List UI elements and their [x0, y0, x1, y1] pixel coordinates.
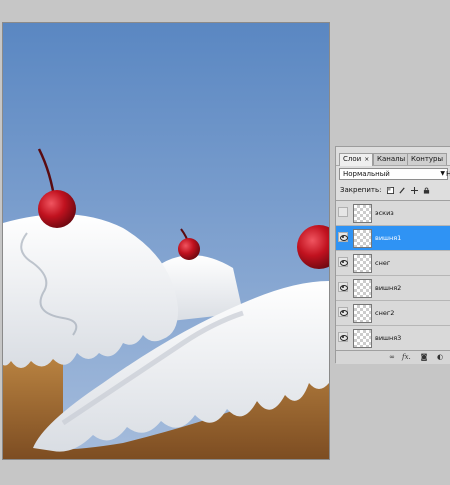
layer-row-snow2[interactable]: снег2 [336, 301, 450, 326]
tab-layers[interactable]: Слои × [339, 153, 374, 166]
adjustment-icon[interactable]: ◐ [436, 353, 444, 361]
chevron-down-icon: ▼ [440, 170, 445, 177]
visibility-eye-icon[interactable] [338, 332, 348, 342]
layer-name: снег2 [375, 309, 395, 317]
lock-transparency-icon[interactable] [386, 186, 394, 194]
tab-paths[interactable]: Контуры [407, 153, 448, 165]
lock-row: Закрепить: [340, 184, 430, 196]
layer-name: эскиз [375, 209, 394, 217]
layer-thumbnail [353, 304, 372, 323]
lock-move-icon[interactable] [411, 186, 419, 194]
layer-name: вишня3 [375, 334, 402, 342]
visibility-toggle-icon[interactable] [338, 207, 348, 217]
link-icon[interactable]: ∞ [388, 353, 396, 361]
layer-name: вишня2 [375, 284, 402, 292]
layer-thumbnail [353, 329, 372, 348]
tab-channels-label: Каналы [377, 155, 406, 163]
tab-layers-label: Слои [343, 155, 362, 163]
layer-thumbnail [353, 204, 372, 223]
visibility-eye-icon[interactable] [338, 282, 348, 292]
layer-thumbnail [353, 229, 372, 248]
tab-close-icon[interactable]: × [364, 156, 369, 163]
layer-name: снег [375, 259, 391, 267]
layer-row-snow[interactable]: снег [336, 251, 450, 276]
layer-row-cherry1[interactable]: вишня1 [336, 226, 450, 251]
fx-icon[interactable]: fx. [402, 353, 411, 361]
cake-artwork [3, 23, 329, 459]
lock-all-icon[interactable] [423, 186, 430, 194]
visibility-eye-icon[interactable] [338, 232, 348, 242]
layer-row-sketch[interactable]: эскиз [336, 201, 450, 226]
mask-icon[interactable]: ◙ [420, 353, 428, 361]
layer-row-cherry2[interactable]: вишня2 [336, 276, 450, 301]
cherry-middle [178, 238, 200, 260]
layers-panel: Слои × Каналы Контуры Нормальный ▼ Н Закр… [335, 146, 450, 364]
lock-brush-icon[interactable] [399, 186, 406, 194]
layers-list: эскиз вишня1 снег вишня2 снег2 вишня3 [336, 200, 450, 351]
opacity-label: Н [446, 170, 450, 178]
layer-thumbnail [353, 279, 372, 298]
panel-tab-bar: Слои × Каналы Контуры [336, 152, 450, 166]
cherry-left [38, 190, 76, 228]
blend-mode-select[interactable]: Нормальный ▼ [339, 168, 448, 180]
tab-paths-label: Контуры [411, 155, 444, 163]
document-canvas[interactable] [3, 23, 329, 459]
lock-label: Закрепить: [340, 186, 382, 194]
layers-panel-footer: ∞ fx. ◙ ◐ [336, 350, 450, 364]
visibility-eye-icon[interactable] [338, 307, 348, 317]
layer-thumbnail [353, 254, 372, 273]
layer-name: вишня1 [375, 234, 402, 242]
visibility-eye-icon[interactable] [338, 257, 348, 267]
tab-channels[interactable]: Каналы [373, 153, 410, 165]
blend-mode-value: Нормальный [343, 170, 390, 178]
layer-row-cherry3[interactable]: вишня3 [336, 326, 450, 351]
